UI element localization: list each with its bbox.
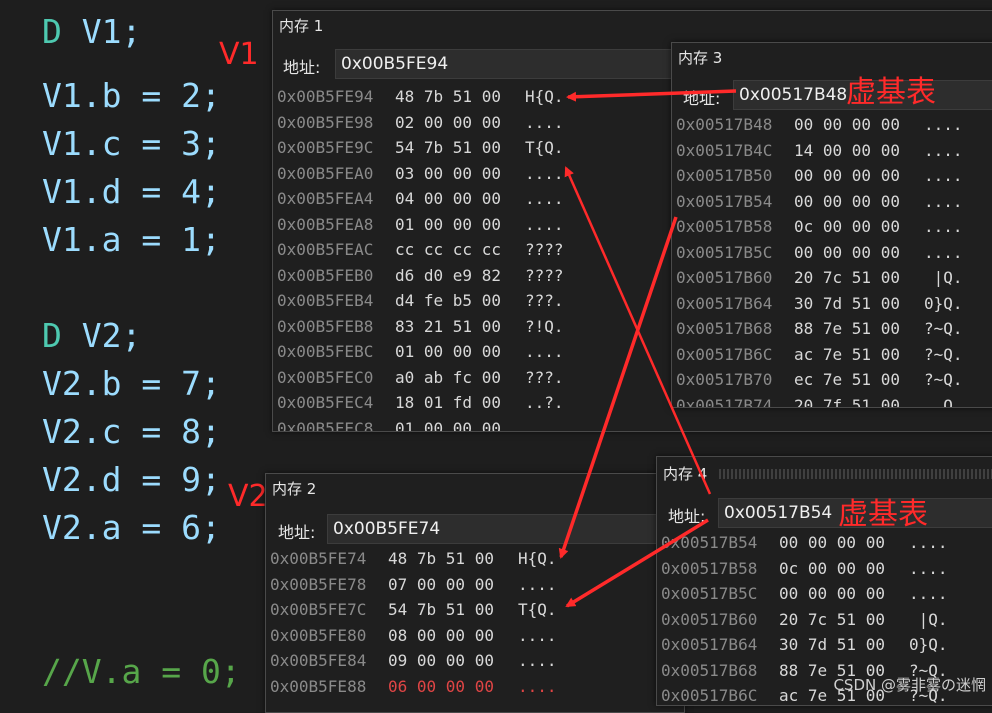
arrow-vbtable4-to-vbptr2-copy <box>565 518 709 608</box>
watermark: CSDN @雾非雾の迷惘 <box>833 676 986 694</box>
arrow-vbptr1-to-vbtable3 <box>566 89 737 102</box>
annotation-arrows <box>558 89 737 608</box>
arrow-vbtable3-to-vbptr1-copy <box>558 216 678 559</box>
